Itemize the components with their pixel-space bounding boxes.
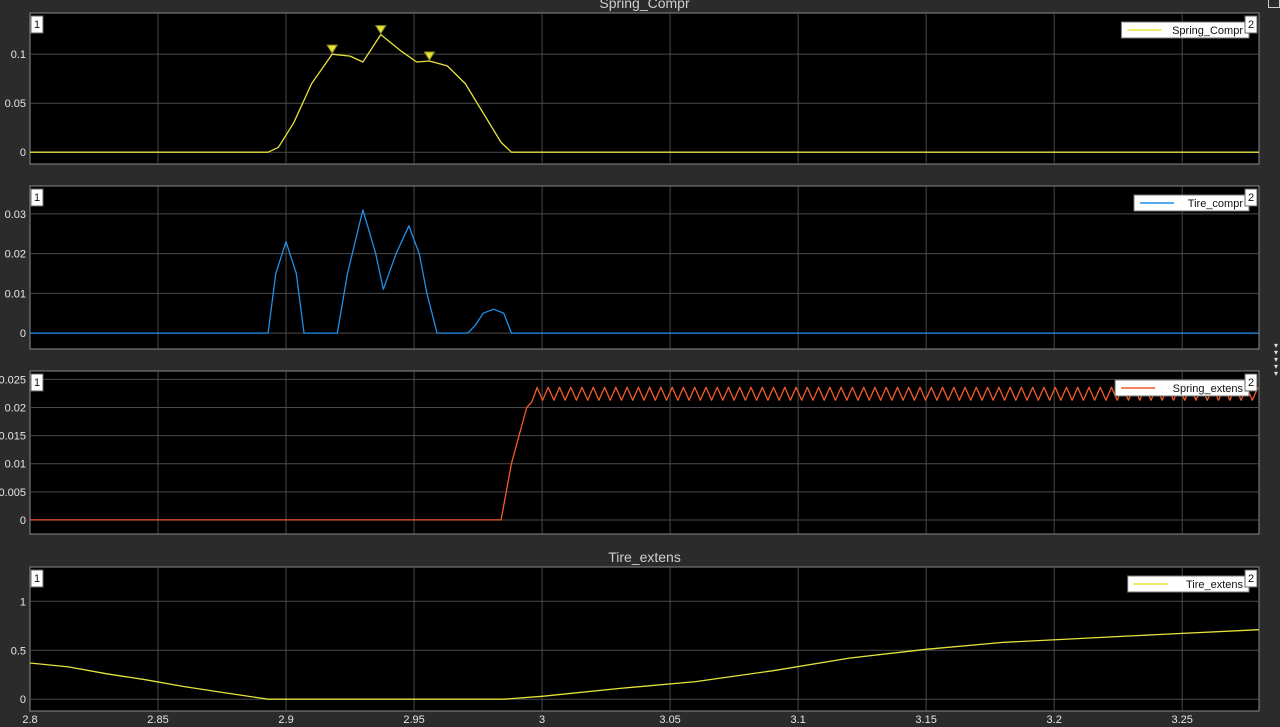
panel-title: Spring_Compr (599, 0, 690, 11)
cursor-badge-left-label: 1 (34, 377, 40, 389)
x-tick-label: 2.8 (22, 714, 37, 726)
y-tick-label: 0 (20, 515, 26, 527)
scope-plot-area: 0 0.05 0.1 Spring_Compr Spring_Compr 1 2 0 0.01 0… (0, 0, 1260, 726)
cursor-badge-left-label: 1 (34, 192, 40, 204)
panel-title: Tire_extens (608, 549, 681, 565)
legend-label: Tire_compr (1188, 198, 1244, 210)
x-tick-label: 2.9 (278, 714, 293, 726)
x-tick-label: 3.25 (1171, 714, 1192, 726)
y-tick-label: 0.05 (5, 98, 26, 110)
y-tick-label: 0.02 (5, 403, 26, 415)
cursor-badge-left-label: 1 (34, 19, 40, 31)
x-tick-label: 3.05 (659, 714, 680, 726)
x-tick-label: 2.85 (147, 714, 168, 726)
undock-icon[interactable] (1268, 0, 1280, 8)
legend-label: Spring_Compr (1172, 25, 1243, 37)
y-tick-label: 0.005 (0, 487, 26, 499)
cursor-badge-right-label: 2 (1248, 192, 1254, 204)
y-tick-label: 1 (20, 596, 26, 608)
y-tick-label: 0 (20, 328, 26, 340)
y-tick-label: 0 (20, 694, 26, 706)
y-tick-label: 0.01 (5, 288, 26, 300)
y-tick-label: 0.1 (11, 49, 26, 61)
y-tick-label: 0.015 (0, 431, 26, 443)
cursor-badge-right-label: 2 (1248, 19, 1254, 31)
y-tick-label: 0 (20, 147, 26, 159)
cursor-badge-right-label: 2 (1248, 377, 1254, 389)
legend-label: Tire_extens (1186, 579, 1244, 591)
x-tick-label: 3.1 (790, 714, 805, 726)
x-tick-label: 3.15 (915, 714, 936, 726)
y-tick-label: 0.5 (11, 645, 26, 657)
cursor-badge-left-label: 1 (34, 573, 40, 585)
plot-background (29, 12, 1260, 165)
collapse-arrows-icon[interactable]: ▾ ▾ ▾ ▾ ▾ (1274, 342, 1278, 378)
x-tick-label: 3 (539, 714, 545, 726)
cursor-badge-right-label: 2 (1248, 573, 1254, 585)
y-tick-label: 0.03 (5, 209, 26, 221)
y-tick-label: 0.01 (5, 459, 26, 471)
legend-label: Spring_extens (1173, 383, 1244, 395)
y-tick-label: 0.02 (5, 249, 26, 261)
plot-background (29, 185, 1260, 350)
x-tick-label: 2.95 (403, 714, 424, 726)
x-tick-label: 3.2 (1047, 714, 1062, 726)
y-tick-label: 0.025 (0, 374, 26, 386)
